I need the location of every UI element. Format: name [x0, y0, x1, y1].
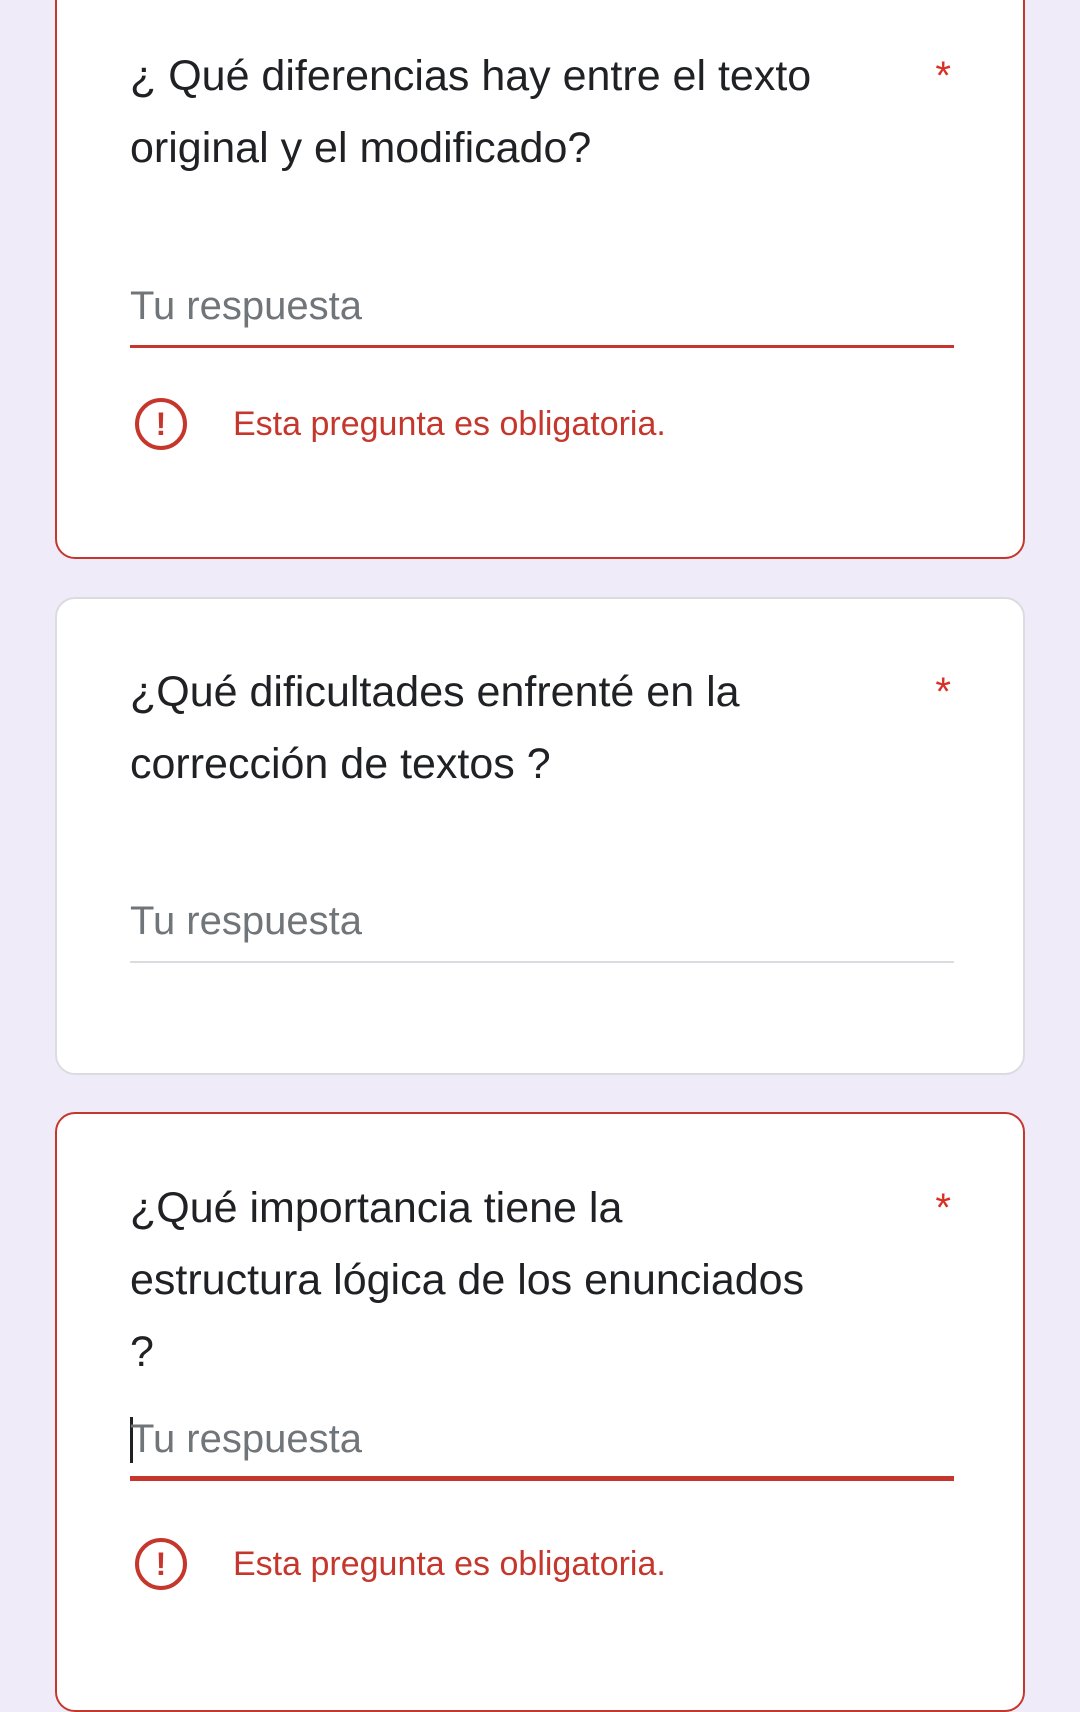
answer-underline: [130, 1476, 954, 1481]
question-title: ¿Qué importancia tiene la estructura lóg…: [130, 1184, 805, 1376]
error-icon: !: [135, 1538, 187, 1590]
required-asterisk: *: [935, 1186, 951, 1230]
answer-placeholder: Tu respuesta: [130, 1417, 362, 1461]
question-title: ¿ Qué diferencias hay entre el texto ori…: [130, 52, 812, 172]
error-message: ! Esta pregunta es obligatoria.: [135, 1534, 666, 1594]
error-message: ! Esta pregunta es obligatoria.: [135, 394, 666, 454]
error-text: Esta pregunta es obligatoria.: [233, 404, 666, 443]
answer-input[interactable]: Tu respuesta: [130, 276, 954, 348]
error-text: Esta pregunta es obligatoria.: [233, 1544, 666, 1583]
answer-input[interactable]: Tu respuesta: [130, 1409, 954, 1481]
question-card: ¿ Qué diferencias hay entre el texto ori…: [55, 0, 1025, 559]
answer-placeholder: Tu respuesta: [130, 284, 362, 328]
question-card: ¿Qué importancia tiene la estructura lóg…: [55, 1112, 1025, 1712]
required-asterisk: *: [935, 670, 951, 714]
answer-underline: [130, 961, 954, 963]
required-asterisk: *: [935, 54, 951, 98]
answer-underline: [130, 345, 954, 348]
question-title: ¿Qué dificultades enfrenté en la correcc…: [130, 668, 740, 788]
answer-input[interactable]: Tu respuesta: [130, 891, 954, 963]
answer-placeholder: Tu respuesta: [130, 899, 362, 943]
error-icon: !: [135, 398, 187, 450]
question-card: ¿Qué dificultades enfrenté en la correcc…: [55, 597, 1025, 1075]
